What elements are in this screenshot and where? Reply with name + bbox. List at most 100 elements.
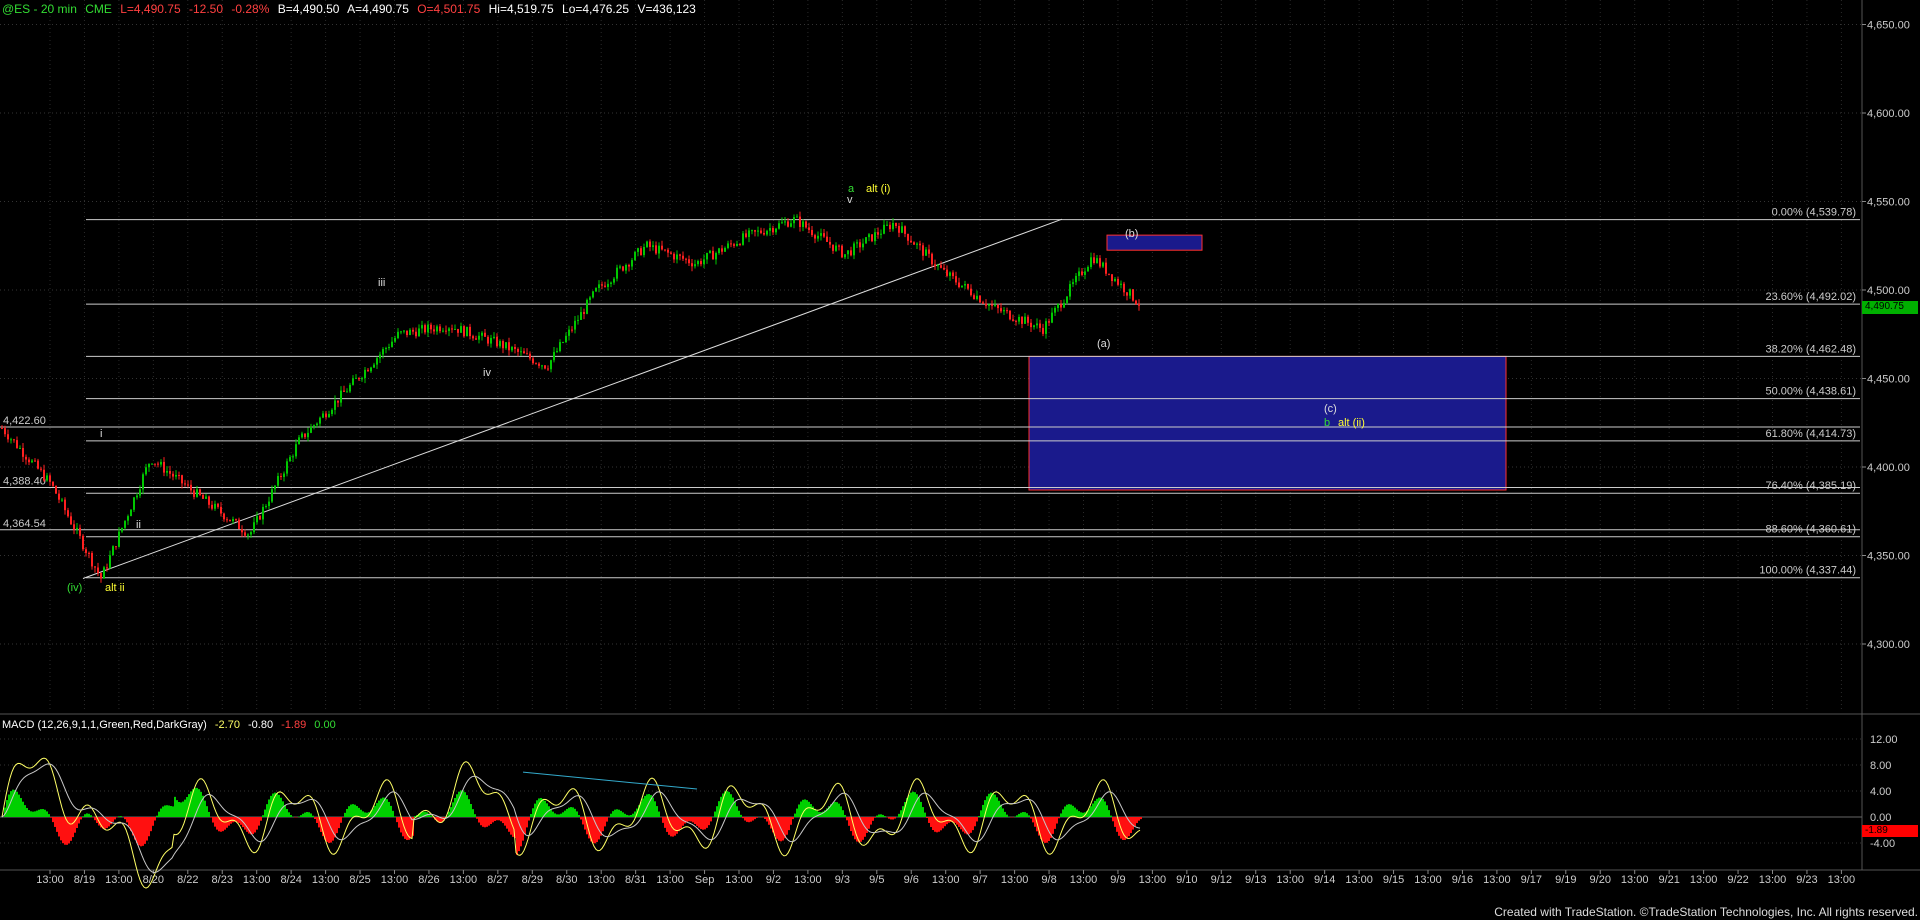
macd-histogram-bar [684, 817, 686, 824]
time-axis-label: 9/6 [904, 874, 919, 886]
candle-body [424, 325, 426, 333]
candle-body [175, 474, 177, 477]
macd-histogram-bar [56, 817, 58, 832]
candle-body [622, 266, 624, 271]
candle-body [892, 222, 894, 230]
candle-body [76, 527, 78, 530]
candle-body [229, 519, 231, 522]
candle-body [856, 242, 858, 244]
macd-histogram-bar [164, 805, 166, 817]
macd-histogram-bar [840, 806, 842, 817]
macd-histogram-bar [708, 817, 710, 826]
time-axis-label: 13:00 [1759, 874, 1787, 886]
candle-body [607, 283, 609, 287]
macd-histogram-bar [216, 817, 218, 830]
macd-histogram-bar [678, 817, 680, 832]
candle-body [1009, 310, 1011, 320]
chart-canvas[interactable]: 4,650.00 4,600.00 4,550.00 4,500.00 4,450.00… [0, 0, 1920, 920]
macd-histogram-bar [924, 812, 926, 817]
macd-histogram-bar [1030, 817, 1032, 819]
macd-histogram-bar [928, 817, 930, 823]
candle-body [394, 338, 396, 342]
candle-body [946, 269, 948, 276]
candle-body [127, 516, 129, 521]
macd-histogram-bar [976, 817, 978, 822]
time-axis-label: 13:00 [1139, 874, 1167, 886]
candle-body [4, 428, 6, 435]
candle-body [367, 369, 369, 372]
macd-histogram-bar [178, 802, 180, 817]
macd-histogram-bar [336, 817, 338, 834]
candle-body [430, 324, 432, 330]
candle-body [325, 413, 327, 418]
candle-body [1123, 283, 1125, 293]
high-price: Hi=4,519.75 [488, 2, 554, 16]
candle-body [70, 516, 72, 525]
candle-body [352, 378, 354, 385]
candle-body [406, 330, 408, 336]
macd-histogram-bar [970, 817, 972, 833]
candle-body [898, 226, 900, 233]
price-axis-label: 4,600.00 [1867, 108, 1910, 120]
candle-body [793, 217, 795, 224]
candle-body [505, 342, 507, 349]
macd-histogram-bar [356, 806, 358, 817]
macd-histogram-bar [844, 814, 846, 817]
candle-body [1048, 321, 1050, 323]
macd-histogram-bar [898, 813, 900, 817]
macd-histogram-bar [704, 817, 706, 830]
macd-header: MACD (12,26,9,1,1,Green,Red,DarkGray) -2… [2, 719, 341, 731]
candle-body [1000, 308, 1002, 312]
macd-histogram-bar [264, 809, 266, 817]
macd-histogram-bar [354, 804, 356, 817]
macd-histogram-bar [166, 805, 168, 817]
candle-body [289, 457, 291, 462]
fib-level-label: 23.60% (4,492.02) [1765, 291, 1856, 303]
candle-body [1021, 316, 1023, 324]
candle-body [679, 254, 681, 256]
macd-histogram-bar [182, 801, 184, 817]
candle-body [1114, 278, 1116, 282]
time-axis-label: 9/14 [1314, 874, 1335, 886]
candle-body [490, 337, 492, 344]
candle-body [1051, 312, 1053, 323]
macd-histogram-bar [834, 801, 836, 817]
candle-body [163, 461, 165, 473]
macd-histogram-bar [358, 807, 360, 817]
macd-histogram-bar [198, 789, 200, 817]
macd-histogram-bar [312, 815, 314, 817]
candle-body [1138, 304, 1140, 306]
candle-body [496, 336, 498, 347]
macd-histogram-bar [1110, 815, 1112, 817]
time-axis-label: 13:00 [1690, 874, 1718, 886]
macd-histogram-bar [766, 817, 768, 822]
candle-body [763, 232, 765, 235]
candle-body [1054, 307, 1056, 313]
time-axis-label: 9/3 [835, 874, 850, 886]
candle-body [259, 515, 261, 520]
candle-body [34, 460, 36, 462]
macd-divergence-line [522, 771, 698, 790]
macd-histogram-bar [54, 817, 56, 827]
macd-histogram-bar [1122, 817, 1124, 840]
candle-body [697, 261, 699, 265]
candle-body [46, 475, 48, 481]
macd-histogram-bar [738, 810, 740, 817]
candle-body [805, 221, 807, 228]
candle-body [1042, 327, 1044, 334]
wave-label-i: i [100, 428, 103, 440]
candle-body [550, 360, 552, 370]
candle-body [775, 228, 777, 233]
macd-histogram-bar [42, 809, 44, 817]
candle-body [283, 473, 285, 478]
macd-histogram-bar [150, 817, 152, 832]
macd-histogram-bar [388, 801, 390, 817]
macd-histogram-bar [912, 791, 914, 817]
macd-histogram-bar [656, 806, 658, 817]
macd-zero-value: 0.00 [314, 719, 336, 731]
candle-body [337, 400, 339, 403]
macd-histogram-bar [690, 817, 692, 822]
macd-histogram-bar [732, 797, 734, 817]
macd-histogram-bar [922, 807, 924, 817]
macd-histogram-bar [118, 816, 120, 817]
